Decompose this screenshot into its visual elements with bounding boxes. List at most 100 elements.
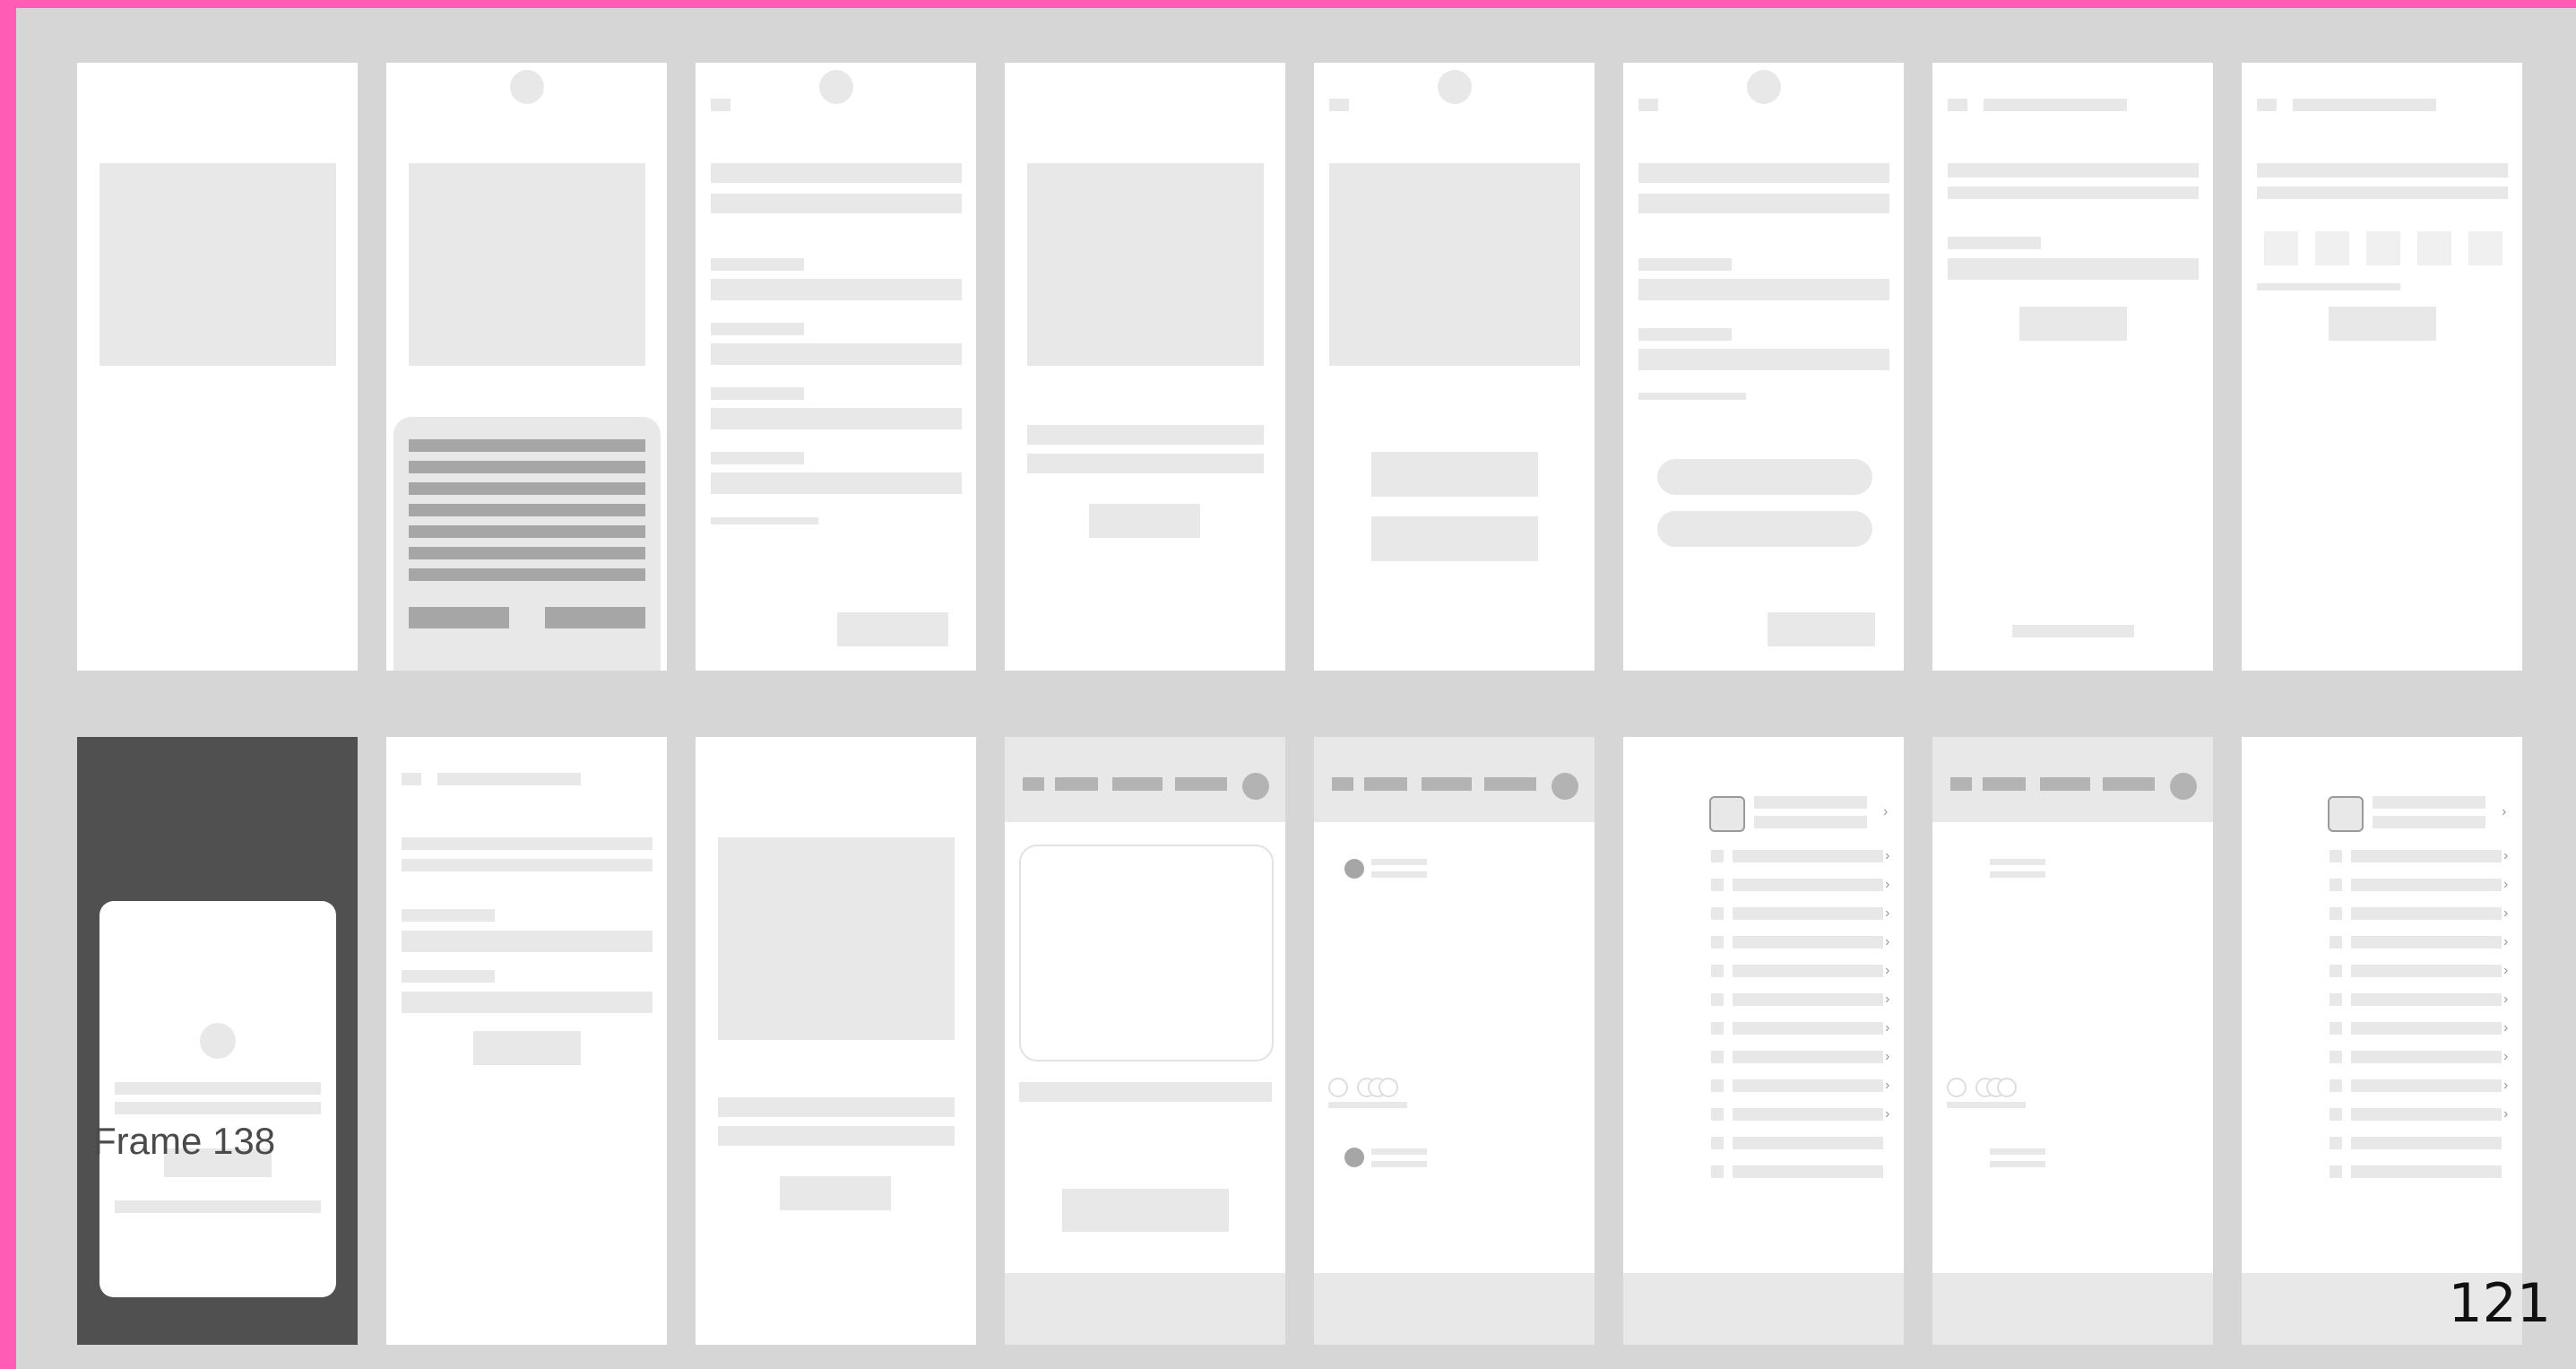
social-login-button[interactable] (1657, 459, 1872, 495)
verify-button[interactable] (2329, 307, 2436, 341)
login-button[interactable] (1768, 612, 1875, 646)
nav-item[interactable] (1950, 777, 1972, 791)
frame-settings-list-alt[interactable]: › › › › › › › › › › › (2242, 737, 2522, 1345)
setting-item[interactable] (2351, 907, 2502, 920)
reset-button[interactable] (473, 1031, 581, 1065)
setting-item[interactable] (2351, 936, 2502, 949)
frame-terms-sheet[interactable] (386, 63, 667, 671)
nav-item[interactable] (1112, 777, 1163, 791)
back-icon[interactable] (1638, 99, 1658, 111)
setting-item[interactable] (1733, 1051, 1883, 1063)
setting-item[interactable] (2351, 879, 2502, 891)
back-icon[interactable] (1948, 99, 1967, 111)
decline-button[interactable] (409, 607, 509, 628)
send-button[interactable] (2019, 307, 2127, 341)
frame-success-screen[interactable] (696, 737, 976, 1345)
signup-button[interactable] (1371, 452, 1538, 497)
back-icon[interactable] (1329, 99, 1349, 111)
frame-messages-feed[interactable] (1314, 737, 1595, 1345)
action-button[interactable] (1062, 1189, 1229, 1232)
frame-splash-screen[interactable] (77, 63, 358, 671)
nav-item[interactable] (1175, 777, 1227, 791)
input-field[interactable] (711, 408, 962, 429)
setting-item[interactable] (2351, 1051, 2502, 1063)
frame-signup-form[interactable] (696, 63, 976, 671)
profile-picture[interactable] (1709, 796, 1745, 832)
back-icon[interactable] (2257, 99, 2277, 111)
setting-item[interactable] (2351, 1165, 2502, 1178)
profile-avatar[interactable] (2170, 773, 2197, 800)
setting-item[interactable] (2351, 1137, 2502, 1149)
back-icon[interactable] (711, 99, 730, 111)
reaction-circle[interactable] (1328, 1078, 1348, 1097)
setting-item[interactable] (1733, 1165, 1883, 1178)
input-field[interactable] (402, 992, 653, 1013)
setting-item[interactable] (1733, 879, 1883, 891)
login-button[interactable] (1371, 516, 1538, 561)
setting-item[interactable] (1733, 907, 1883, 920)
bottom-tab-bar[interactable] (1932, 1273, 2213, 1345)
profile-avatar[interactable] (1242, 773, 1269, 800)
nav-item[interactable] (1332, 777, 1353, 791)
done-button[interactable] (780, 1176, 891, 1210)
setting-item[interactable] (1733, 1137, 1883, 1149)
profile-picture[interactable] (2328, 796, 2364, 832)
input-field[interactable] (402, 931, 653, 952)
nav-item[interactable] (1983, 777, 2026, 791)
nav-item[interactable] (1023, 777, 1044, 791)
frame-auth-choice[interactable] (1314, 63, 1595, 671)
social-login-button[interactable] (1657, 511, 1872, 547)
frame-permission-modal[interactable] (77, 737, 358, 1345)
input-field[interactable] (711, 472, 962, 494)
reaction-circle[interactable] (1379, 1078, 1398, 1097)
setting-item[interactable] (1733, 1108, 1883, 1121)
code-digit-box[interactable] (2264, 231, 2298, 265)
code-digit-box[interactable] (2417, 231, 2451, 265)
nav-item[interactable] (1484, 777, 1536, 791)
setting-item[interactable] (2351, 1079, 2502, 1092)
frame-messages-feed-alt[interactable] (1932, 737, 2213, 1345)
setting-item[interactable] (1733, 850, 1883, 862)
nav-item[interactable] (1364, 777, 1407, 791)
input-field[interactable] (711, 279, 962, 300)
bottom-tab-bar[interactable] (1314, 1273, 1595, 1345)
nav-item[interactable] (1055, 777, 1098, 791)
setting-item[interactable] (2351, 1022, 2502, 1035)
setting-item[interactable] (1733, 1079, 1883, 1092)
reaction-circle[interactable] (1947, 1078, 1967, 1097)
setting-item[interactable] (1733, 965, 1883, 977)
setting-item[interactable] (2351, 993, 2502, 1006)
code-digit-box[interactable] (2366, 231, 2400, 265)
setting-item[interactable] (1733, 993, 1883, 1006)
email-field[interactable] (1638, 279, 1889, 300)
continue-button[interactable] (1089, 504, 1200, 538)
frame-intro-screen[interactable] (1005, 63, 1285, 671)
frame-reset-password[interactable] (386, 737, 667, 1345)
frame-settings-list[interactable]: › › › › › › › › › › › (1623, 737, 1904, 1345)
email-field[interactable] (1948, 258, 2199, 280)
input-field[interactable] (711, 343, 962, 365)
frame-verify-email[interactable] (1932, 63, 2213, 671)
password-field[interactable] (1638, 349, 1889, 370)
setting-item[interactable] (1733, 936, 1883, 949)
setting-item[interactable] (2351, 850, 2502, 862)
accept-button[interactable] (545, 607, 645, 628)
profile-avatar[interactable] (1552, 773, 1578, 800)
nav-item[interactable] (2040, 777, 2090, 791)
reaction-circle[interactable] (1997, 1078, 2017, 1097)
resend-link[interactable] (2012, 625, 2134, 637)
nav-item[interactable] (2103, 777, 2155, 791)
setting-item[interactable] (2351, 1108, 2502, 1121)
forgot-password-link[interactable] (1638, 393, 1746, 400)
frame-verification-code[interactable] (2242, 63, 2522, 671)
next-button[interactable] (837, 612, 948, 646)
frame-home-feed-empty[interactable] (1005, 737, 1285, 1345)
modal-secondary-link[interactable] (115, 1200, 321, 1213)
code-digit-box[interactable] (2468, 231, 2503, 265)
frame-login-form[interactable] (1623, 63, 1904, 671)
setting-item[interactable] (1733, 1022, 1883, 1035)
nav-item[interactable] (1422, 777, 1472, 791)
setting-item[interactable] (2351, 965, 2502, 977)
code-digit-box[interactable] (2315, 231, 2349, 265)
bottom-tab-bar[interactable] (1005, 1273, 1285, 1345)
